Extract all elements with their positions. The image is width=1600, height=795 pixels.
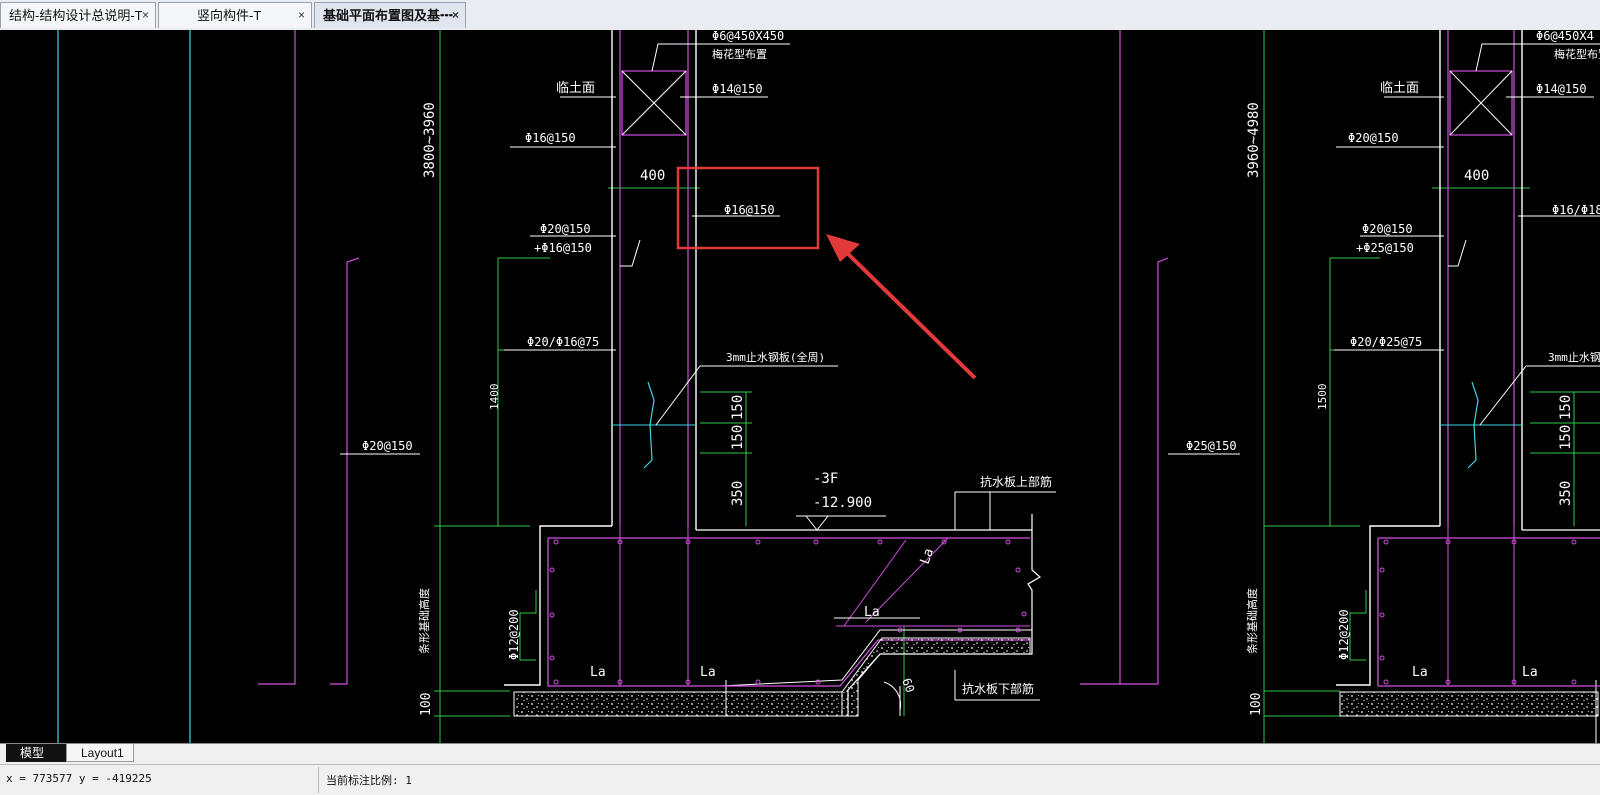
drawing-canvas[interactable]: Φ6@450X450 梅花型布置 临土面 Φ14@150 Φ16@150 400… <box>0 30 1600 743</box>
slab-top-bar-label: 抗水板上部筋 <box>980 474 1052 489</box>
dimension-label: 400 <box>1464 168 1489 184</box>
soil-face-label: 临土面 <box>1380 81 1419 96</box>
tab-label: 竖向构件-T <box>197 8 262 23</box>
rebar-label: Φ6@450X4 <box>1536 30 1594 43</box>
layout-note: 梅花型布置 <box>1554 47 1600 61</box>
dimension-label: 100 <box>1249 693 1264 716</box>
tab-layout1[interactable]: Layout1 <box>66 744 134 762</box>
tab-vertical-members[interactable]: 竖向构件-T × <box>158 2 312 28</box>
dimension-height: 3800~3960 <box>422 102 438 178</box>
rebar-label: Φ20@150 <box>1362 222 1413 236</box>
dimension-height: 3960~4980 <box>1246 102 1262 178</box>
foundation-note: 条形基础高度 <box>417 588 431 654</box>
soil-face-label: 临土面 <box>556 81 595 96</box>
dimension-label: 400 <box>640 168 665 184</box>
rebar-label-highlighted: Φ16@150 <box>724 203 775 217</box>
tab-model[interactable]: 模型 <box>6 744 68 762</box>
rebar-label: Φ20/Φ16@75 <box>527 335 599 349</box>
layout-note: 梅花型布置 <box>712 47 767 61</box>
dimension-label: 100 <box>419 693 434 716</box>
tab-label: 结构-结构设计总说明-T <box>9 8 143 23</box>
dimension-label: 150 <box>730 425 746 450</box>
wall-detail-left: Φ6@450X450 梅花型布置 临土面 Φ14@150 Φ16@150 400… <box>340 30 1056 743</box>
rebar-label: +Φ25@150 <box>1356 241 1414 255</box>
rebar-label: Φ16@150 <box>525 131 576 145</box>
dimension-label: 150 <box>1558 395 1574 420</box>
dimension-label: 150 <box>1558 425 1574 450</box>
rebar-label: +Φ16@150 <box>534 241 592 255</box>
rebar-label: Φ20@150 <box>362 439 413 453</box>
lap-length-label: La <box>864 605 880 620</box>
dimension-label: 350 <box>730 481 746 506</box>
tab-structural-notes[interactable]: 结构-结构设计总说明-T × <box>0 2 156 28</box>
status-separator <box>318 767 319 793</box>
dimension-label: 1400 <box>488 384 501 411</box>
rebar-label: Φ14@150 <box>712 82 763 96</box>
level-label: -3F <box>813 471 838 487</box>
waterstop-label: 3mm止水钢 <box>1548 351 1600 364</box>
close-icon[interactable]: × <box>142 3 149 28</box>
document-tab-bar: 结构-结构设计总说明-T × 竖向构件-T × 基础平面布置图及基┅ × <box>0 0 1600 31</box>
annotation-highlight <box>676 166 977 380</box>
wall-detail-right: Φ6@450X4 梅花型布置 临土面 Φ14@150 Φ20@150 400 Φ… <box>1168 30 1600 743</box>
rebar-label: Φ20/Φ25@75 <box>1350 335 1422 349</box>
rebar-label: Φ20@150 <box>540 222 591 236</box>
tab-label: 基础平面布置图及基┅ <box>323 8 454 23</box>
angle-label: 60 <box>899 676 917 694</box>
rebar-label: Φ16/Φ18 <box>1552 203 1600 217</box>
lap-length-label: La <box>918 547 937 567</box>
foundation-note: 条形基础高度 <box>1245 588 1259 654</box>
annotation-scale[interactable]: 当前标注比例: 1 <box>326 772 412 788</box>
dimension-label: 350 <box>1558 481 1574 506</box>
dimension-label: 150 <box>730 395 746 420</box>
dimension-label: 1500 <box>1316 384 1329 411</box>
arrow-icon <box>826 234 860 262</box>
level-value: -12.900 <box>813 495 872 511</box>
waterstop-label: 3mm止水钢板(全周) <box>726 350 825 364</box>
coordinate-readout: x = 773577 y = -419225 <box>6 772 152 785</box>
lap-length-label: La <box>1522 665 1538 680</box>
rebar-label: Φ14@150 <box>1536 82 1587 96</box>
lap-length-label: La <box>1412 665 1428 680</box>
tab-foundation-plan[interactable]: 基础平面布置图及基┅ × <box>314 2 466 28</box>
rebar-label: Φ25@150 <box>1186 439 1237 453</box>
status-bar: x = 773577 y = -419225 当前标注比例: 1 <box>0 764 1600 795</box>
close-icon[interactable]: × <box>298 3 305 28</box>
slab-bottom-bar-label: 抗水板下部筋 <box>962 681 1034 696</box>
close-icon[interactable]: × <box>452 3 459 28</box>
rebar-label: Φ20@150 <box>1348 131 1399 145</box>
lap-length-label: La <box>700 665 716 680</box>
rebar-label: Φ12@200 <box>1337 609 1351 660</box>
reference-lines <box>57 30 1265 743</box>
rebar-label: Φ6@450X450 <box>712 30 784 43</box>
rebar-label: Φ12@200 <box>507 609 521 660</box>
lap-length-label: La <box>590 665 606 680</box>
layout-tab-bar: 模型 Layout1 <box>0 743 1600 764</box>
